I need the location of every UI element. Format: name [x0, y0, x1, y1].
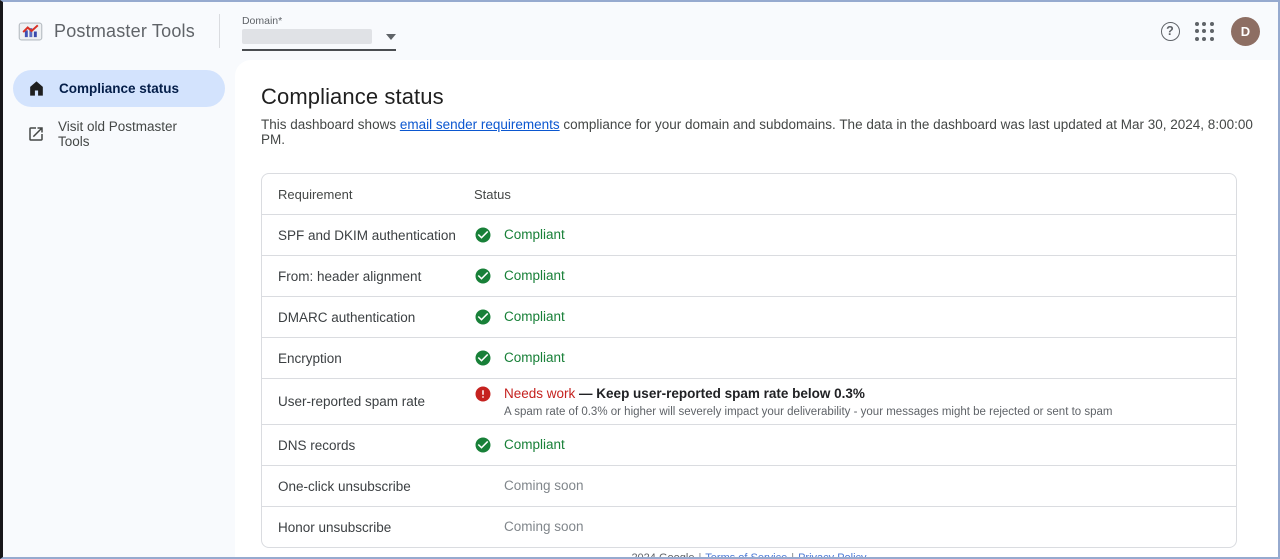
status-cell: Compliant	[474, 226, 1236, 244]
table-row: Honor unsubscribe Coming soon	[262, 506, 1236, 547]
email-sender-requirements-link[interactable]: email sender requirements	[400, 117, 560, 132]
alert-circle-icon	[474, 385, 492, 403]
status-detail: — Keep user-reported spam rate below 0.3…	[579, 386, 865, 401]
terms-of-service-link[interactable]: Terms of Service	[705, 552, 787, 557]
requirement-label: From: header alignment	[278, 268, 422, 284]
status-note: A spam rate of 0.3% or higher will sever…	[504, 406, 1113, 418]
page-description: This dashboard shows email sender requir…	[261, 117, 1253, 147]
check-circle-icon	[474, 308, 492, 326]
domain-select[interactable]: Domain*	[241, 11, 396, 51]
status-cell: Compliant	[474, 436, 1236, 454]
sidebar-item-label: Compliance status	[59, 81, 180, 96]
apps-grid-icon	[1194, 21, 1214, 41]
column-header-status: Status	[474, 186, 511, 202]
table-body: SPF and DKIM authentication Compliant Fr…	[262, 214, 1236, 547]
status-label: Compliant	[504, 350, 565, 365]
status-label: Compliant	[504, 437, 565, 452]
privacy-policy-link[interactable]: Privacy Policy	[798, 552, 866, 557]
status-cell: Coming soon	[474, 518, 1236, 536]
table-row: Encryption Compliant	[262, 337, 1236, 378]
status-cell: Compliant	[474, 349, 1236, 367]
requirement-label: Encryption	[278, 350, 342, 366]
table-row: User-reported spam rate Needs work — Kee…	[262, 378, 1236, 424]
status-cell: Compliant	[474, 267, 1236, 285]
table-row: DMARC authentication Compliant	[262, 296, 1236, 337]
help-icon: ?	[1160, 21, 1180, 41]
compliance-table: Requirement Status SPF and DKIM authenti…	[261, 173, 1237, 548]
page-footer: 2024 Google|Terms of Service|Privacy Pol…	[261, 552, 1237, 557]
requirement-label: One-click unsubscribe	[278, 478, 411, 494]
requirement-label: SPF and DKIM authentication	[278, 227, 456, 243]
home-icon	[27, 79, 46, 98]
status-label: Compliant	[504, 309, 565, 324]
check-circle-icon	[474, 349, 492, 367]
status-cell: Needs work — Keep user-reported spam rat…	[474, 385, 1236, 418]
requirement-label: Honor unsubscribe	[278, 519, 392, 535]
dropdown-caret-icon	[385, 33, 396, 40]
table-header-row: Requirement Status	[262, 174, 1236, 214]
postmaster-tools-app: { "header": { "app_title": "Postmaster T…	[0, 0, 1280, 559]
postmaster-logo-icon	[17, 18, 44, 45]
page-title: Compliance status	[261, 84, 444, 109]
app-title: Postmaster Tools	[54, 20, 195, 41]
status-label: Coming soon	[504, 478, 584, 493]
sidebar-item-visit-old-postmaster[interactable]: Visit old Postmaster Tools	[13, 115, 225, 152]
requirement-label: DNS records	[278, 437, 356, 453]
sidebar-item-label: Visit old Postmaster Tools	[58, 118, 178, 149]
table-row: DNS records Compliant	[262, 424, 1236, 465]
status-cell: Compliant	[474, 308, 1236, 326]
sidebar: Compliance status Visit old Postmaster T…	[3, 60, 235, 557]
status-label: Coming soon	[504, 519, 584, 534]
column-header-requirement: Requirement	[278, 186, 353, 202]
copyright-text: 2024 Google	[631, 552, 694, 557]
status-cell: Coming soon	[474, 477, 1236, 495]
open-in-new-icon	[27, 125, 45, 143]
requirement-label: DMARC authentication	[278, 309, 416, 325]
brand: Postmaster Tools	[17, 18, 195, 45]
status-label: Compliant	[504, 268, 565, 283]
table-row: SPF and DKIM authentication Compliant	[262, 214, 1236, 255]
top-bar: Postmaster Tools Domain* ? D	[3, 2, 1278, 60]
check-circle-icon	[474, 436, 492, 454]
sidebar-item-compliance-status[interactable]: Compliance status	[13, 70, 225, 107]
avatar[interactable]: D	[1231, 16, 1260, 46]
status-label: Compliant	[504, 227, 565, 242]
apps-grid-button[interactable]	[1187, 14, 1221, 48]
header-divider	[218, 14, 220, 48]
domain-value-redacted	[241, 29, 372, 44]
app-frame: Postmaster Tools Domain* ? D Compliance …	[0, 0, 1280, 559]
help-button[interactable]: ?	[1153, 14, 1187, 48]
requirement-label: User-reported spam rate	[278, 394, 426, 409]
domain-select-label: Domain*	[241, 15, 283, 27]
main-content: Compliance status This dashboard shows e…	[235, 60, 1278, 557]
status-label: Needs work	[504, 386, 576, 401]
table-row: From: header alignment Compliant	[262, 255, 1236, 296]
check-circle-icon	[474, 267, 492, 285]
table-row: One-click unsubscribe Coming soon	[262, 465, 1236, 506]
check-circle-icon	[474, 226, 492, 244]
